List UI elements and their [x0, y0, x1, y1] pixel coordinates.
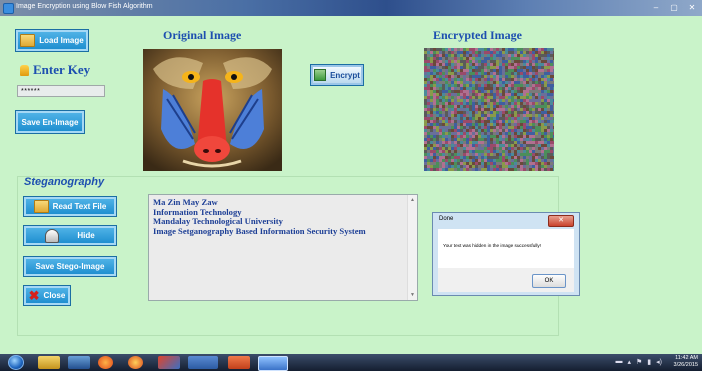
original-image — [143, 49, 282, 171]
encrypt-button[interactable]: Encrypt — [311, 65, 363, 85]
explorer-taskbar-icon[interactable] — [38, 356, 60, 369]
enter-key-label: Enter Key — [33, 62, 91, 77]
minimize-button[interactable]: – — [650, 2, 662, 13]
encrypted-image — [424, 48, 554, 171]
hide-button[interactable]: Hide — [24, 226, 116, 245]
close-window-button[interactable]: ✕ — [686, 2, 698, 13]
read-text-file-button[interactable]: Read Text File — [24, 197, 116, 216]
close-button[interactable]: ✖ Close — [24, 286, 70, 305]
message-textarea[interactable]: Ma Zin May Zaw Information Technology Ma… — [148, 194, 418, 301]
steganography-title: Steganography — [24, 176, 105, 188]
active-app-taskbar-icon[interactable] — [258, 356, 288, 371]
save-en-image-label: Save En-Image — [21, 117, 79, 127]
hide-label: Hide — [77, 231, 95, 240]
person-icon — [45, 228, 60, 243]
dialog-footer: OK — [438, 268, 574, 292]
dialog-close-button[interactable]: ✕ — [548, 215, 574, 227]
clock-time: 11:42 AM — [675, 355, 698, 361]
system-tray: ▬ ▴ ⚑ ▮ ◂) — [615, 358, 662, 366]
close-label: Close — [43, 291, 66, 300]
title-bar: Image Encryption using Blow Fish Algorit… — [0, 0, 702, 16]
text-line: Image Setganography Based Information Se… — [153, 225, 366, 236]
main-window: Load Image Enter Key ****** Save En-Imag… — [0, 16, 702, 354]
firefox-taskbar-icon[interactable] — [98, 356, 113, 369]
original-image-heading: Original Image — [163, 28, 242, 42]
mandrill-image — [143, 49, 282, 171]
window-title: Image Encryption using Blow Fish Algorit… — [16, 3, 153, 10]
load-image-label: Load Image — [39, 36, 84, 45]
encrypt-icon — [314, 69, 327, 81]
enter-key-row: Enter Key — [20, 62, 90, 78]
dialog-body: Your text was hidden in the image succes… — [438, 229, 574, 268]
powerpoint-taskbar-icon[interactable] — [228, 356, 250, 369]
window-controls: – ▢ ✕ — [650, 2, 698, 13]
scroll-up-icon[interactable]: ▲ — [410, 197, 415, 203]
start-button[interactable] — [8, 355, 24, 370]
dialog-message: Your text was hidden in the image succes… — [443, 243, 542, 248]
encrypted-image-heading: Encrypted Image — [433, 28, 522, 42]
close-x-icon: ✖ — [28, 288, 40, 303]
save-stego-image-label: Save Stego-Image — [35, 262, 105, 271]
taskbar: ▬ ▴ ⚑ ▮ ◂) 11:42 AM 3/26/2015 — [0, 354, 702, 371]
dialog-title: Done — [439, 216, 454, 222]
media-taskbar-icon[interactable] — [68, 356, 90, 369]
volume-icon[interactable]: ◂) — [656, 358, 662, 366]
app-taskbar-icon[interactable] — [158, 356, 180, 369]
encrypt-label: Encrypt — [330, 70, 360, 80]
folder-icon — [33, 200, 49, 213]
save-en-image-button[interactable]: Save En-Image — [16, 111, 84, 133]
flag-icon[interactable]: ⚑ — [636, 358, 642, 366]
tray-arrow-icon[interactable]: ▴ — [627, 358, 631, 366]
key-icon — [20, 64, 29, 76]
keyboard-icon[interactable]: ▬ — [615, 358, 622, 366]
network-icon[interactable]: ▮ — [647, 358, 651, 366]
app-icon — [3, 3, 14, 14]
save-stego-image-button[interactable]: Save Stego-Image — [24, 257, 116, 276]
chrome-taskbar-icon[interactable] — [128, 356, 143, 369]
clock[interactable]: 11:42 AM 3/26/2015 — [674, 355, 698, 369]
maximize-button[interactable]: ▢ — [668, 2, 680, 13]
done-dialog: Done ✕ Your text was hidden in the image… — [432, 212, 580, 296]
load-image-button[interactable]: Load Image — [16, 30, 88, 51]
visual-studio-taskbar-icon[interactable] — [188, 356, 218, 369]
folder-icon — [20, 34, 36, 47]
textarea-scrollbar[interactable]: ▲ ▼ — [407, 195, 417, 300]
read-text-file-label: Read Text File — [52, 202, 107, 211]
scroll-down-icon[interactable]: ▼ — [410, 292, 415, 298]
ok-button[interactable]: OK — [532, 274, 566, 288]
key-input[interactable]: ****** — [17, 85, 105, 97]
clock-date: 3/26/2015 — [673, 362, 698, 368]
